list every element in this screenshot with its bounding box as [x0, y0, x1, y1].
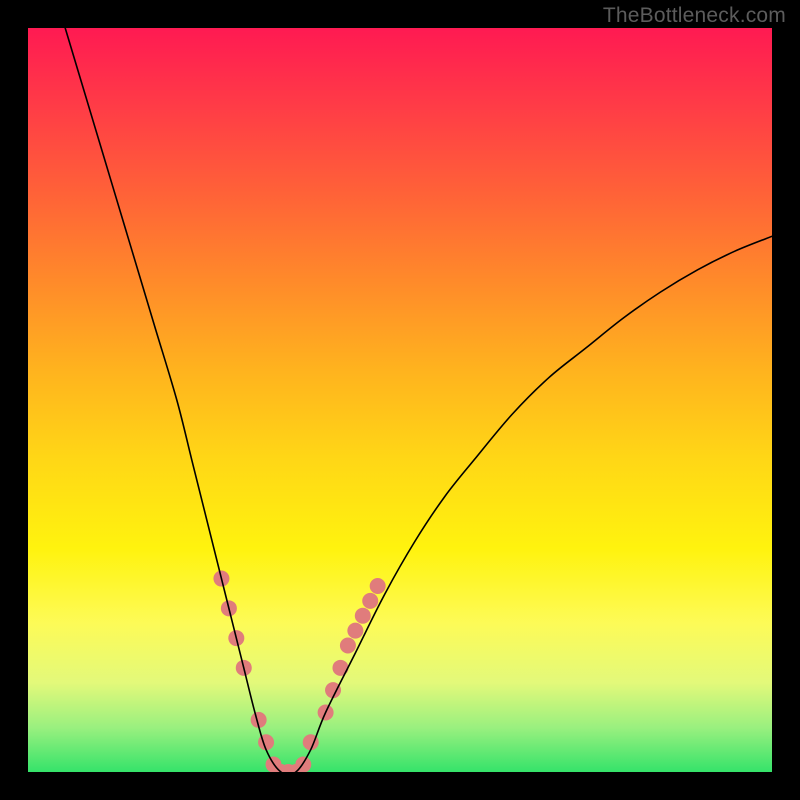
highlight-dot: [347, 623, 363, 639]
highlight-dots-group: [213, 571, 385, 772]
highlight-dot: [355, 608, 371, 624]
chart-container: TheBottleneck.com: [0, 0, 800, 800]
highlight-dot: [340, 638, 356, 654]
watermark-text: TheBottleneck.com: [603, 4, 786, 28]
highlight-dot: [332, 660, 348, 676]
highlight-dot: [362, 593, 378, 609]
bottleneck-curve: [65, 28, 772, 772]
highlight-dot: [370, 578, 386, 594]
plot-area: [28, 28, 772, 772]
chart-svg: [28, 28, 772, 772]
